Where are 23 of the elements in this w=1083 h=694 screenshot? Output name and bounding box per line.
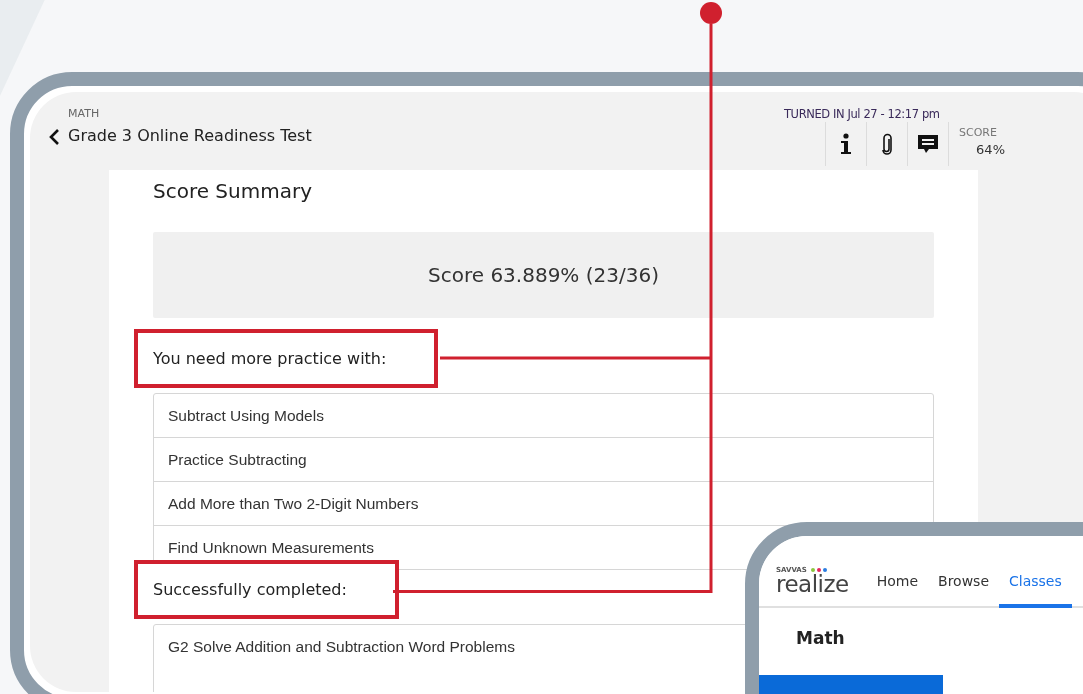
score-label: SCORE [959,125,998,141]
skill-item[interactable]: Subtract Using Models [168,407,324,424]
highlighted-heading: You need more practice with: [134,329,439,388]
comment-icon[interactable] [916,133,940,155]
skill-item[interactable]: G2 Solve Addition and Subtraction Word Problems [168,638,515,655]
nav-tab[interactable]: Classes [999,573,1072,608]
callout-dot [700,2,722,24]
score-value: 64% [975,141,1005,159]
turned-in-date: TURNED IN Jul 27 - 12:17 pm [784,106,940,122]
skill-item[interactable]: Find Unknown Measurements [168,539,374,556]
score-text: Score 63.889% (23/36) [428,263,659,287]
nav-tab[interactable]: Browse [928,573,1000,608]
assignment-title: Grade 3 Online Readiness Test [68,125,312,147]
subject-label: MATH [68,106,101,122]
skill-item[interactable]: Practice Subtracting [168,451,307,468]
skill-item[interactable]: Add More than Two 2-Digit Numbers [168,495,419,512]
summary-heading: Score Summary [153,178,314,205]
highlighted-heading: Successfully completed: [134,560,399,619]
class-heading: Math [795,627,846,650]
back-chevron-icon[interactable] [48,128,60,146]
paperclip-icon[interactable] [881,133,893,155]
info-icon[interactable] [840,133,852,155]
nav-tab[interactable]: Home [866,573,929,608]
